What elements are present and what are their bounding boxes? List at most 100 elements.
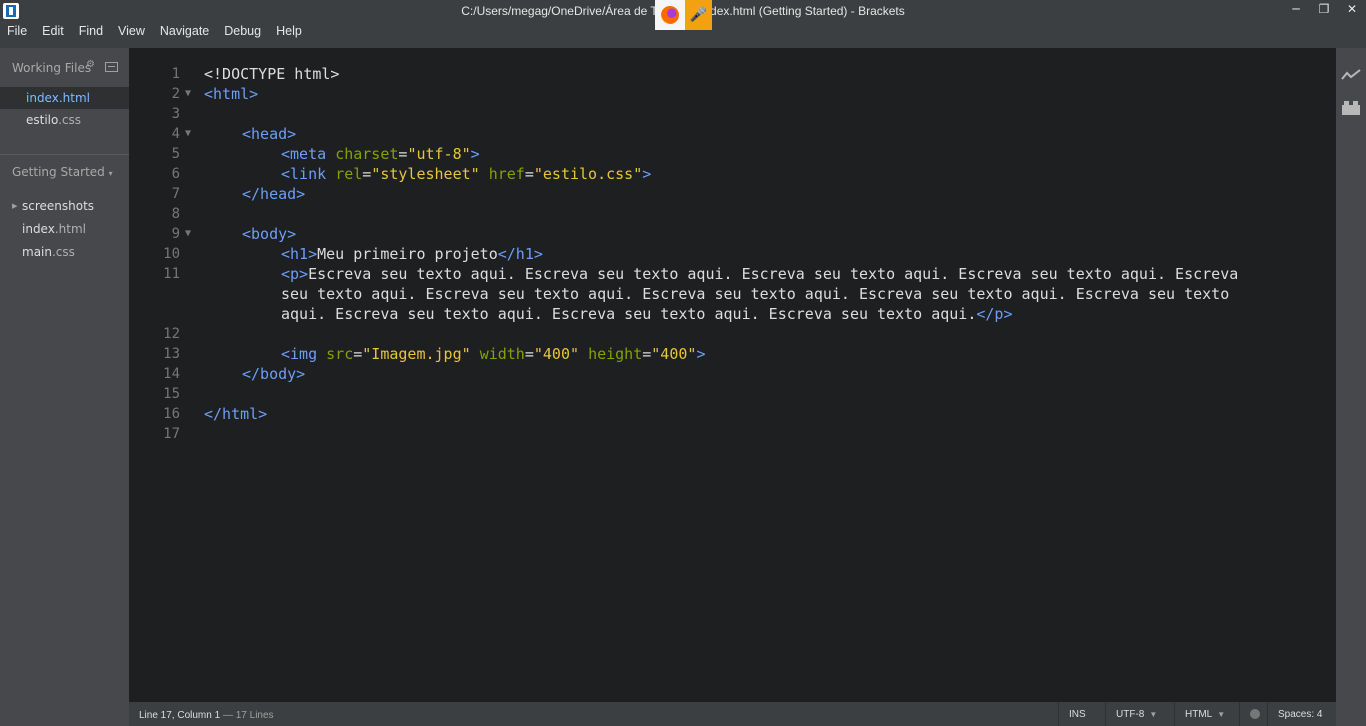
code-line: 11 <p>Escreva seu texto aqui. Escreva se… (129, 264, 1336, 284)
language-text: HTML (1185, 709, 1213, 720)
file-extension: .html (54, 222, 86, 236)
code-line: 13 <img src="Imagem.jpg" width="400" hei… (129, 344, 1336, 364)
project-name: Getting Started (12, 165, 105, 179)
menu-edit[interactable]: Edit (35, 22, 72, 40)
file-extension: .html (58, 91, 90, 105)
line-number: 15 (163, 386, 180, 402)
working-file-index-html[interactable]: index.html (0, 87, 129, 109)
code-text: </html> (204, 405, 268, 423)
line-number: 8 (171, 206, 180, 222)
code-line-wrapped: seu texto aqui. Escreva seu texto aqui. … (129, 284, 1336, 304)
encoding-dropdown[interactable]: UTF-8 ▼ (1105, 702, 1167, 726)
code-line: 7 </head> (129, 184, 1336, 204)
line-number: 5 (171, 146, 180, 162)
code-text: <img src="Imagem.jpg" width="400" height… (281, 345, 706, 363)
code-text: <body> (242, 225, 297, 243)
code-line: 10 <h1>Meu primeiro projeto</h1> (129, 244, 1336, 264)
line-number: 4 (171, 126, 180, 142)
lint-status[interactable] (1239, 702, 1269, 726)
code-text: seu texto aqui. Escreva seu texto aqui. … (281, 285, 1230, 303)
sidebar: Working Files ⚙ index.html estilo.css Ge… (0, 48, 129, 726)
line-number: 6 (171, 166, 180, 182)
code-text: </head> (242, 185, 306, 203)
extension-manager-icon[interactable] (1341, 100, 1361, 116)
menu-help[interactable]: Help (269, 22, 310, 40)
code-editor[interactable]: 1 <!DOCTYPE html> 2 ▼ <html> 3 4 ▼ <head… (129, 48, 1336, 702)
window-controls: ─ ❐ ✕ (1282, 0, 1366, 18)
right-toolbar (1336, 48, 1366, 726)
tree-file-main-css[interactable]: main.css (22, 245, 75, 259)
microphone-icon[interactable]: 🎤 (685, 0, 712, 30)
maximize-button[interactable]: ❐ (1310, 0, 1338, 18)
line-number: 14 (163, 366, 180, 382)
menu-view[interactable]: View (111, 22, 153, 40)
code-area[interactable]: 1 <!DOCTYPE html> 2 ▼ <html> 3 4 ▼ <head… (129, 64, 1336, 444)
code-text: <!DOCTYPE html> (204, 65, 340, 83)
gear-icon[interactable]: ⚙ (86, 59, 95, 70)
sidebar-divider (0, 154, 129, 155)
minimize-button[interactable]: ─ (1282, 0, 1310, 18)
menu-navigate[interactable]: Navigate (153, 22, 217, 40)
folder-arrow-icon[interactable]: ▶ (12, 202, 17, 210)
line-number: 11 (163, 266, 180, 282)
file-name: index (26, 91, 59, 105)
line-number: 16 (163, 406, 180, 422)
code-text: <h1>Meu primeiro projeto</h1> (281, 245, 543, 263)
fold-arrow-icon[interactable]: ▼ (185, 124, 191, 144)
code-line: 4 ▼ <head> (129, 124, 1336, 144)
status-bar: Line 17, Column 1 — 17 Lines INS UTF-8 ▼ … (129, 702, 1336, 726)
code-line: 16 </html> (129, 404, 1336, 424)
tree-folder-screenshots[interactable]: screenshots (22, 199, 94, 213)
code-line: 15 (129, 384, 1336, 404)
mode-text: INS (1069, 709, 1086, 720)
code-line: 12 (129, 324, 1336, 344)
line-count: 17 Lines (235, 710, 274, 721)
tree-file-index-html[interactable]: index.html (22, 222, 86, 236)
spaces-value: 4 (1316, 709, 1323, 720)
code-text: <head> (242, 125, 297, 143)
code-text: </body> (242, 365, 306, 383)
menu-debug[interactable]: Debug (217, 22, 269, 40)
cursor-position[interactable]: Line 17, Column 1 — 17 Lines (139, 710, 274, 721)
code-text: <link rel="stylesheet" href="estilo.css"… (281, 165, 652, 183)
file-extension: .css (58, 113, 82, 127)
cursor-text: Line 17, Column 1 (139, 710, 221, 721)
code-line: 6 <link rel="stylesheet" href="estilo.cs… (129, 164, 1336, 184)
code-text: aqui. Escreva seu texto aqui. Escreva se… (281, 305, 1013, 323)
working-file-estilo-css[interactable]: estilo.css (0, 109, 129, 131)
live-preview-icon[interactable] (1341, 68, 1361, 82)
folder-name: screenshots (22, 199, 95, 213)
code-line: 5 <meta charset="utf-8"> (129, 144, 1336, 164)
code-line: 8 (129, 204, 1336, 224)
menu-bar: File Edit Find View Navigate Debug Help (0, 22, 310, 40)
separator: — (220, 710, 236, 721)
project-dropdown[interactable]: Getting Started ▾ (12, 165, 113, 179)
code-line: 14 </body> (129, 364, 1336, 384)
language-dropdown[interactable]: HTML ▼ (1174, 702, 1235, 726)
code-line: 17 (129, 424, 1336, 444)
code-line: 3 (129, 104, 1336, 124)
insert-mode-toggle[interactable]: INS (1058, 702, 1096, 726)
code-text: <p>Escreva seu texto aqui. Escreva seu t… (281, 265, 1239, 283)
file-extension: .css (51, 245, 75, 259)
file-name: index (22, 222, 55, 236)
file-name: estilo (26, 113, 59, 127)
code-line: 2 ▼ <html> (129, 84, 1336, 104)
indent-settings[interactable]: Spaces: 4 (1267, 702, 1332, 726)
line-number: 7 (171, 186, 180, 202)
close-button[interactable]: ✕ (1338, 0, 1366, 18)
line-number: 3 (171, 106, 180, 122)
firefox-icon[interactable] (655, 0, 685, 30)
menu-file[interactable]: File (0, 22, 35, 40)
menu-find[interactable]: Find (72, 22, 111, 40)
line-number: 1 (171, 66, 180, 82)
chevron-down-icon: ▼ (1149, 710, 1158, 719)
code-line-wrapped: aqui. Escreva seu texto aqui. Escreva se… (129, 304, 1336, 324)
split-view-icon[interactable] (105, 62, 118, 72)
line-number: 2 (171, 86, 180, 102)
encoding-text: UTF-8 (1116, 709, 1145, 720)
working-files-header: Working Files (12, 61, 92, 75)
fold-arrow-icon[interactable]: ▼ (185, 84, 191, 104)
file-name: main (22, 245, 52, 259)
fold-arrow-icon[interactable]: ▼ (185, 224, 191, 244)
